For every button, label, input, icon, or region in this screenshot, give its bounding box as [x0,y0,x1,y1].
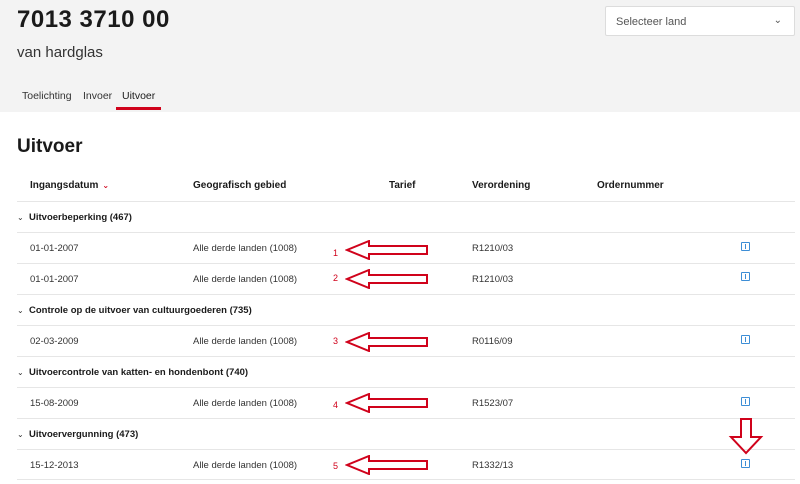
document-link-icon[interactable] [741,397,750,406]
annotation-number: 5 [333,461,339,471]
document-link-icon[interactable] [741,459,750,468]
document-link-icon[interactable] [741,272,750,281]
country-select[interactable]: Selecteer land ⌄ [605,6,795,36]
row-area: Alle derde landen (1008) [193,336,298,347]
divider [17,449,795,450]
chevron-down-icon: ⌄ [17,306,24,315]
group-label: Uitvoercontrole van katten- en hondenbon… [29,367,249,378]
row-regulation: R0116/09 [472,336,513,347]
row-regulation: R1523/07 [472,398,514,409]
left-arrow-annotation-icon [345,269,428,289]
chevron-down-icon: ⌄ [17,368,24,377]
divider [17,387,795,388]
left-arrow-annotation-icon [345,240,428,260]
group-label: Controle op de uitvoer van cultuurgoeder… [29,305,252,316]
group-header[interactable]: ⌄ Uitvoervergunning (473) [17,429,138,440]
chevron-down-icon: ⌄ [17,213,24,222]
column-header-date[interactable]: Ingangsdatum ⌄ [30,180,109,191]
column-header-order: Ordernummer [597,180,664,191]
divider [17,356,795,357]
row-regulation: R1210/03 [472,274,514,285]
annotation-number: 1 [333,248,339,258]
active-tab-indicator [116,107,161,110]
divider [17,325,795,326]
row-regulation: R1332/13 [472,460,514,471]
column-header-regulation: Verordening [472,180,531,191]
annotation-number: 2 [333,273,339,283]
sort-desc-icon: ⌄ [102,181,110,190]
group-header[interactable]: ⌄ Uitvoerbeperking (467) [17,212,132,223]
country-select-placeholder: Selecteer land [616,16,687,28]
page-header: 7013 3710 00 van hardglas Selecteer land… [0,0,800,112]
divider [17,418,795,419]
column-header-date-label: Ingangsdatum [30,180,99,191]
column-header-area: Geografisch gebied [193,180,287,191]
annotation-number: 4 [333,400,339,410]
divider [17,263,795,264]
row-area: Alle derde landen (1008) [193,243,298,254]
divider [17,294,795,295]
chevron-down-icon: ⌄ [773,15,782,26]
group-label: Uitvoerbeperking (467) [29,212,132,223]
commodity-description: van hardglas [17,44,103,61]
section-title: Uitvoer [17,136,83,157]
left-arrow-annotation-icon [345,393,428,413]
divider [17,201,795,202]
row-regulation: R1210/03 [472,243,514,254]
divider [17,479,795,480]
annotation-number: 3 [333,336,339,346]
document-link-icon[interactable] [741,242,750,251]
row-date: 01-01-2007 [30,274,79,285]
row-area: Alle derde landen (1008) [193,274,298,285]
group-label: Uitvoervergunning (473) [29,429,139,440]
divider [17,232,795,233]
down-arrow-annotation-icon [728,418,764,455]
column-header-tariff: Tarief [389,180,416,191]
left-arrow-annotation-icon [345,332,428,352]
group-header[interactable]: ⌄ Uitvoercontrole van katten- en hondenbo… [17,367,248,378]
row-date: 02-03-2009 [30,336,79,347]
group-header[interactable]: ⌄ Controle op de uitvoer van cultuurgoede… [17,305,252,316]
row-date: 01-01-2007 [30,243,79,254]
left-arrow-annotation-icon [345,455,428,475]
row-date: 15-12-2013 [30,460,79,471]
document-link-icon[interactable] [741,335,750,344]
commodity-code: 7013 3710 00 [17,6,170,33]
tab-uitvoer[interactable]: Uitvoer [122,90,155,102]
tab-toelichting[interactable]: Toelichting [22,90,72,102]
chevron-down-icon: ⌄ [17,430,24,439]
row-date: 15-08-2009 [30,398,79,409]
tab-invoer[interactable]: Invoer [83,90,112,102]
row-area: Alle derde landen (1008) [193,398,298,409]
row-area: Alle derde landen (1008) [193,460,298,471]
